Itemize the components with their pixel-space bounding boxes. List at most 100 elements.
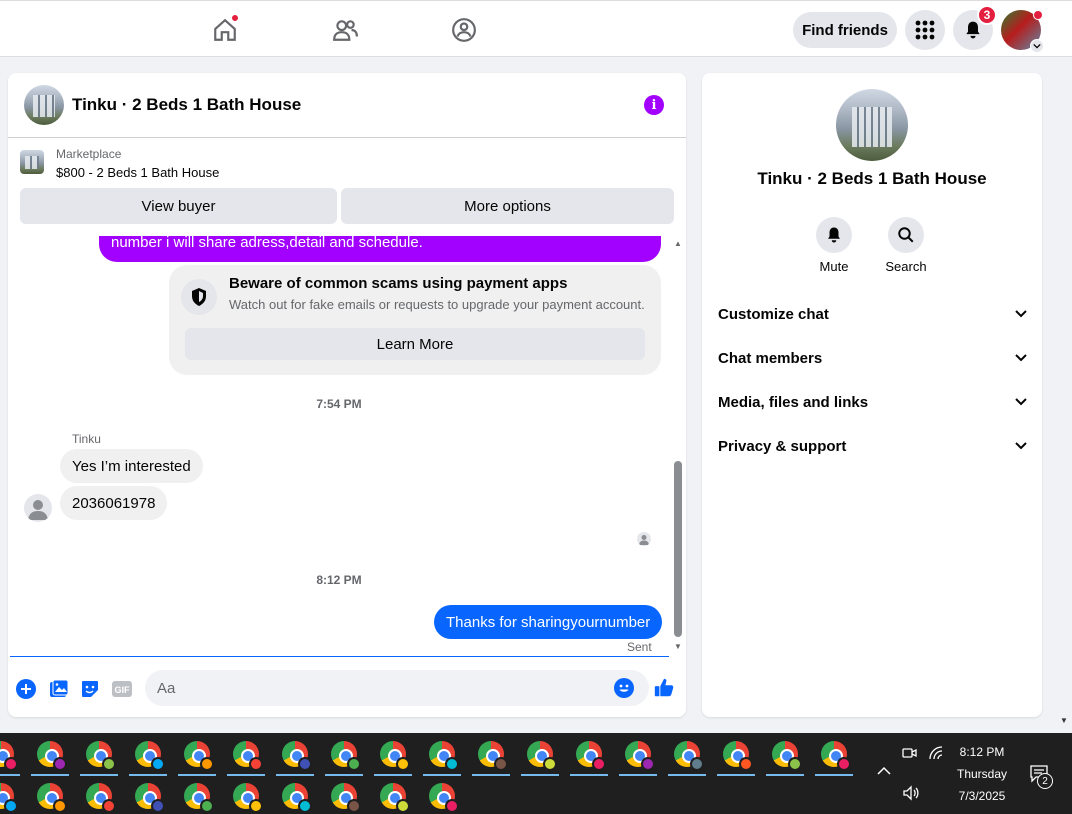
browser-profile-icon[interactable] (282, 741, 312, 771)
browser-profile-icon[interactable] (625, 741, 655, 771)
browser-profile-icon[interactable] (135, 741, 165, 771)
chat-avatar[interactable] (24, 85, 64, 125)
browser-profile-icon[interactable] (478, 741, 508, 771)
running-indicator (31, 774, 69, 776)
browser-profile-icon[interactable] (37, 741, 67, 771)
account-avatar[interactable] (1001, 10, 1044, 53)
browser-profile-icon[interactable] (184, 783, 214, 813)
photo-icon[interactable] (47, 677, 71, 701)
privacy-support-section[interactable]: Privacy & support (718, 428, 1028, 464)
menu-grid-icon[interactable] (905, 10, 945, 50)
message-scrollbar[interactable]: ▲ ▼ (672, 236, 684, 656)
section-label: Chat members (718, 349, 823, 367)
browser-profile-icon[interactable] (282, 783, 312, 813)
browser-profile-icon[interactable] (576, 741, 606, 771)
search-button[interactable]: Search (876, 217, 936, 274)
search-icon (888, 217, 924, 253)
thumbs-up-icon[interactable] (652, 676, 676, 700)
running-indicator (423, 774, 461, 776)
sticker-icon[interactable] (78, 677, 102, 701)
friends-icon[interactable] (327, 13, 363, 47)
emoji-icon[interactable] (614, 678, 634, 698)
notifications-bell-icon[interactable]: 3 (953, 5, 997, 50)
read-receipt-avatar (637, 532, 651, 546)
listing-thumbnail[interactable] (20, 150, 44, 174)
browser-profile-icon[interactable] (723, 741, 753, 771)
scroll-down-arrow[interactable]: ▼ (673, 642, 683, 651)
browser-profile-icon[interactable] (331, 783, 361, 813)
browser-profile-icon[interactable] (135, 783, 165, 813)
browser-profile-icon[interactable] (184, 741, 214, 771)
groups-icon[interactable] (446, 13, 482, 47)
running-indicator (619, 774, 657, 776)
clock-date[interactable]: 7/3/2025 (943, 789, 1021, 803)
scrollbar-thumb[interactable] (674, 461, 682, 637)
media-files-links-section[interactable]: Media, files and links (718, 384, 1028, 420)
listing-title[interactable]: $800 - 2 Beds 1 Bath House (56, 165, 219, 180)
chevron-down-icon (1015, 310, 1027, 318)
svg-text:GIF: GIF (115, 685, 131, 695)
running-indicator (129, 774, 167, 776)
outgoing-message-bubble[interactable]: Thanks for sharingyournumber (434, 605, 663, 639)
customize-chat-section[interactable]: Customize chat (718, 296, 1028, 332)
scroll-up-arrow[interactable]: ▲ (673, 239, 683, 248)
browser-profile-icon[interactable] (821, 741, 851, 771)
mute-label: Mute (819, 259, 849, 274)
meet-now-icon[interactable] (902, 745, 918, 764)
clock-day[interactable]: Thursday (943, 767, 1021, 781)
marketplace-listing-banner: Marketplace $800 - 2 Beds 1 Bath House V… (8, 138, 686, 236)
conversation-avatar[interactable] (836, 89, 908, 161)
browser-profile-icon[interactable] (429, 783, 459, 813)
chat-title[interactable]: Tinku · 2 Beds 1 Bath House (72, 95, 301, 115)
more-options-button[interactable]: More options (341, 188, 674, 224)
notifications-badge: 3 (977, 5, 997, 25)
marketplace-label: Marketplace (56, 147, 122, 161)
section-label: Media, files and links (718, 393, 869, 411)
running-indicator (325, 774, 363, 776)
browser-profile-icon[interactable] (0, 741, 18, 771)
browser-profile-icon[interactable] (233, 783, 263, 813)
browser-profile-icon[interactable] (674, 741, 704, 771)
browser-profile-icon[interactable] (37, 783, 67, 813)
scam-warning-card: Beware of common scams using payment app… (169, 265, 661, 375)
windows-taskbar: 8:12 PM Thursday 7/3/2025 2 (0, 733, 1072, 814)
find-friends-button[interactable]: Find friends (793, 12, 897, 48)
scam-warning-title: Beware of common scams using payment app… (229, 275, 568, 292)
incoming-message-bubble[interactable]: 2036061978 (60, 486, 168, 520)
chevron-up-icon[interactable] (877, 763, 891, 779)
browser-profile-icon[interactable] (86, 741, 116, 771)
running-indicator (717, 774, 755, 776)
message-list[interactable]: number i will share adress,detail and sc… (8, 236, 686, 656)
gif-icon[interactable]: GIF (110, 677, 134, 701)
browser-profile-icon[interactable] (380, 783, 410, 813)
browser-profile-icon[interactable] (233, 741, 263, 771)
volume-icon[interactable] (902, 785, 920, 804)
running-indicator (815, 774, 853, 776)
browser-profile-icon[interactable] (772, 741, 802, 771)
browser-profile-icon[interactable] (527, 741, 557, 771)
browser-profile-icon[interactable] (429, 741, 459, 771)
message-input[interactable] (145, 670, 649, 706)
wifi-icon[interactable] (928, 745, 944, 764)
running-indicator (178, 774, 216, 776)
chevron-down-icon (1015, 442, 1027, 450)
home-icon[interactable] (207, 13, 243, 47)
running-indicator (766, 774, 804, 776)
page-scroll-down-arrow[interactable]: ▼ (1060, 716, 1068, 725)
browser-profile-icon[interactable] (0, 783, 18, 813)
composer-divider (10, 656, 669, 657)
incoming-message-bubble[interactable]: Yes I’m interested (60, 449, 203, 483)
view-buyer-button[interactable]: View buyer (20, 188, 337, 224)
clock-time[interactable]: 8:12 PM (943, 745, 1021, 759)
browser-profile-icon[interactable] (86, 783, 116, 813)
browser-profile-icon[interactable] (380, 741, 410, 771)
info-icon[interactable]: i (644, 95, 664, 115)
chat-members-section[interactable]: Chat members (718, 340, 1028, 376)
section-label: Customize chat (718, 305, 829, 323)
mute-button[interactable]: Mute (804, 217, 864, 274)
sender-avatar[interactable] (24, 494, 52, 522)
add-attachment-icon[interactable] (14, 677, 38, 701)
learn-more-button[interactable]: Learn More (185, 328, 645, 360)
outgoing-message-bubble: number i will share adress,detail and sc… (99, 236, 661, 262)
browser-profile-icon[interactable] (331, 741, 361, 771)
